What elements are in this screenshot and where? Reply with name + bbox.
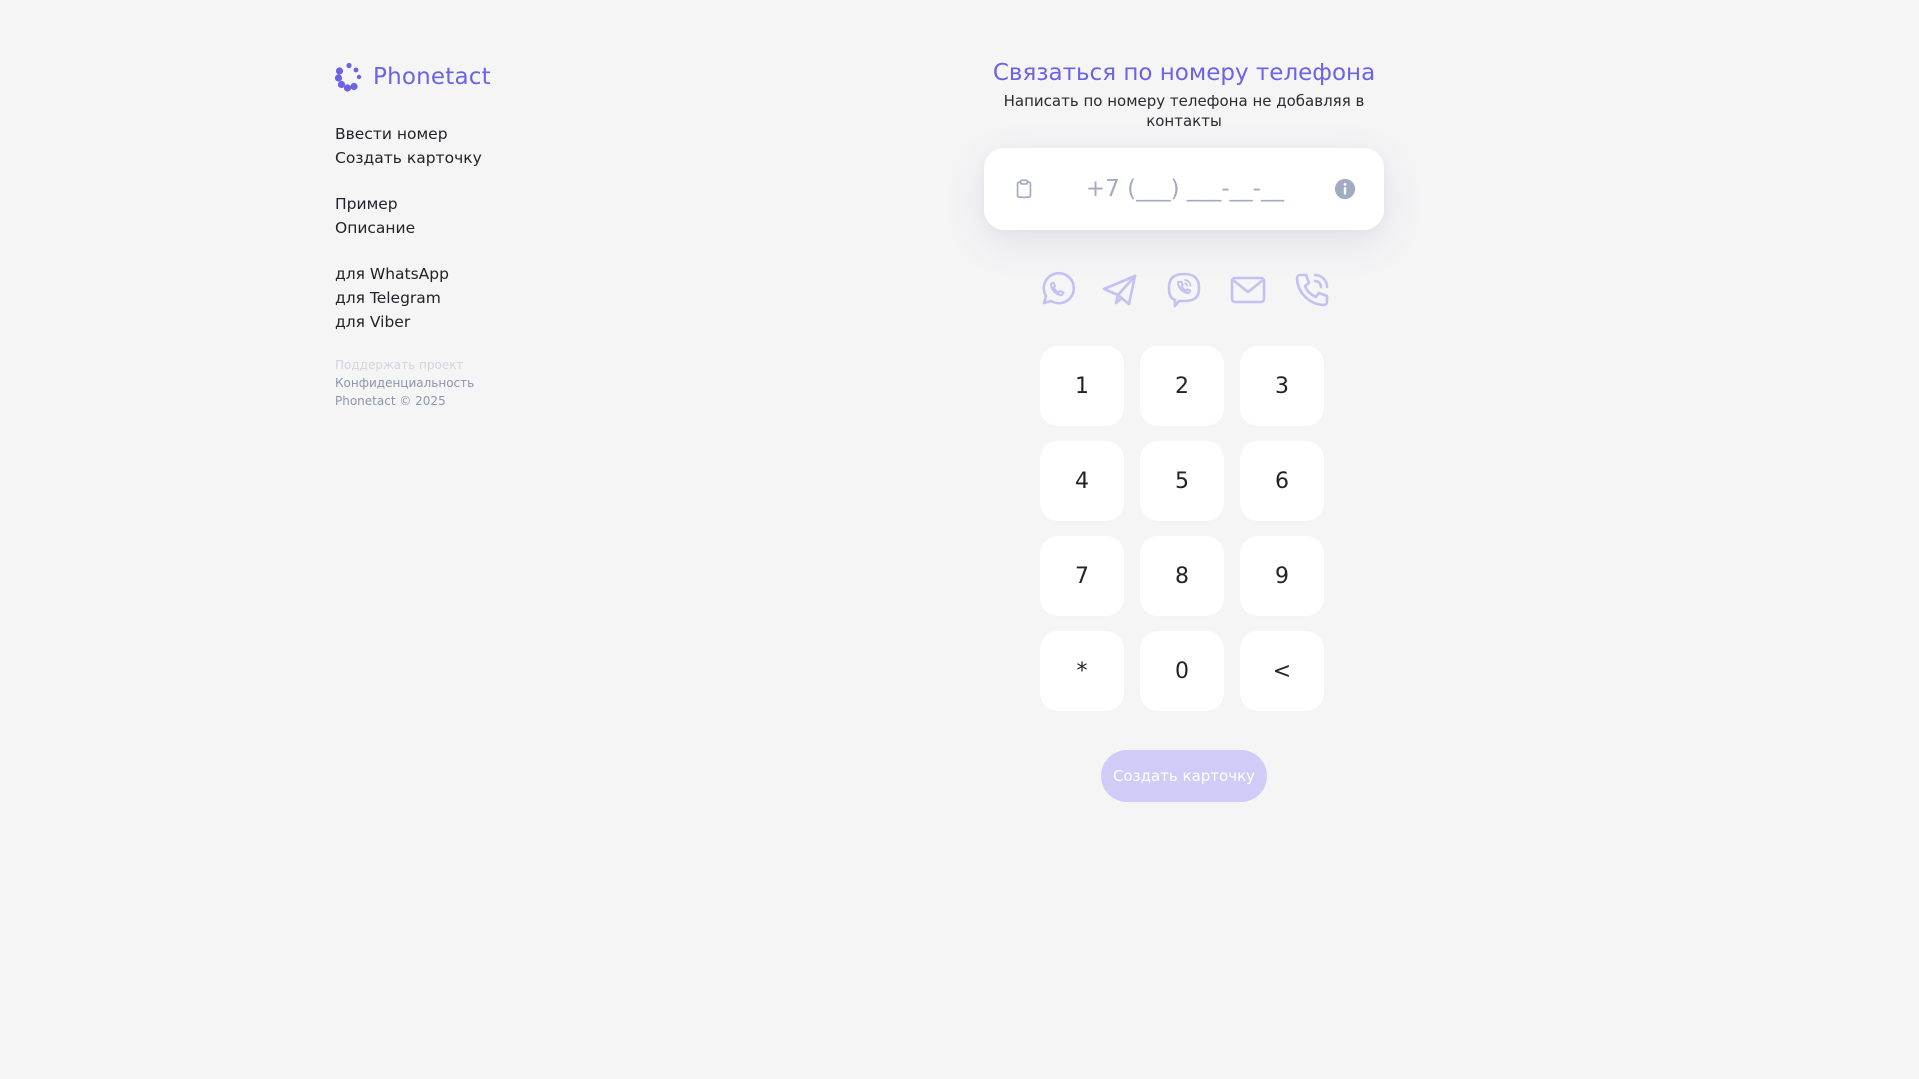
key-9[interactable]: 9 (1240, 536, 1324, 616)
whatsapp-icon (1042, 271, 1076, 305)
nav-link-create-card[interactable]: Создать карточку (335, 146, 595, 170)
call-button[interactable] (1290, 268, 1334, 312)
phone-call-icon (1295, 273, 1329, 307)
nav-group-main: Ввести номер Создать карточку (335, 122, 595, 170)
create-card-button[interactable]: Создать карточку (1101, 750, 1267, 802)
viber-button[interactable] (1162, 268, 1206, 312)
key-3[interactable]: 3 (1240, 346, 1324, 426)
dial-keypad: 1 2 3 4 5 6 7 8 9 * 0 < (1040, 346, 1328, 711)
messenger-buttons (1034, 268, 1334, 312)
key-star[interactable]: * (1040, 631, 1124, 711)
key-5[interactable]: 5 (1140, 441, 1224, 521)
telegram-button[interactable] (1098, 268, 1142, 312)
nav-group-info: Пример Описание (335, 192, 595, 240)
info-button[interactable] (1333, 177, 1356, 201)
info-icon (1334, 178, 1355, 200)
viber-icon (1167, 272, 1201, 308)
sidebar-footer: Поддержать проект Конфиденциальность Pho… (335, 356, 595, 410)
key-8[interactable]: 8 (1140, 536, 1224, 616)
whatsapp-button[interactable] (1034, 268, 1078, 312)
page-subtitle: Написать по номеру телефона не добавляя … (1003, 92, 1365, 130)
phone-input-card (984, 148, 1384, 230)
key-backspace[interactable]: < (1240, 631, 1324, 711)
nav-group-messengers: для WhatsApp для Telegram для Viber (335, 262, 595, 334)
email-button[interactable] (1226, 268, 1270, 312)
sidebar: Phonetact Ввести номер Создать карточку … (335, 60, 595, 410)
brand-name: Phonetact (373, 64, 491, 90)
key-6[interactable]: 6 (1240, 441, 1324, 521)
nav-link-telegram[interactable]: для Telegram (335, 286, 595, 310)
nav-link-example[interactable]: Пример (335, 192, 595, 216)
phonetact-dots-logo-icon (335, 62, 362, 92)
nav-link-whatsapp[interactable]: для WhatsApp (335, 262, 595, 286)
support-project-link[interactable]: Поддержать проект (335, 356, 595, 374)
copyright-text: Phonetact © 2025 (335, 394, 446, 408)
nav-link-description[interactable]: Описание (335, 216, 595, 240)
main-panel: Связаться по номеру телефона Написать по… (984, 58, 1384, 802)
telegram-icon (1102, 274, 1137, 306)
key-2[interactable]: 2 (1140, 346, 1224, 426)
nav-link-enter-number[interactable]: Ввести номер (335, 122, 595, 146)
mail-icon (1230, 276, 1266, 304)
paste-button[interactable] (1012, 176, 1036, 202)
phone-number-input[interactable] (1036, 168, 1334, 210)
page-title: Связаться по номеру телефона (992, 60, 1376, 86)
key-0[interactable]: 0 (1140, 631, 1224, 711)
key-1[interactable]: 1 (1040, 346, 1124, 426)
nav-link-viber[interactable]: для Viber (335, 310, 595, 334)
privacy-link[interactable]: Конфиденциальность (335, 374, 595, 392)
brand-logo-link[interactable]: Phonetact (335, 60, 595, 94)
key-7[interactable]: 7 (1040, 536, 1124, 616)
key-4[interactable]: 4 (1040, 441, 1124, 521)
clipboard-icon (1016, 179, 1032, 199)
